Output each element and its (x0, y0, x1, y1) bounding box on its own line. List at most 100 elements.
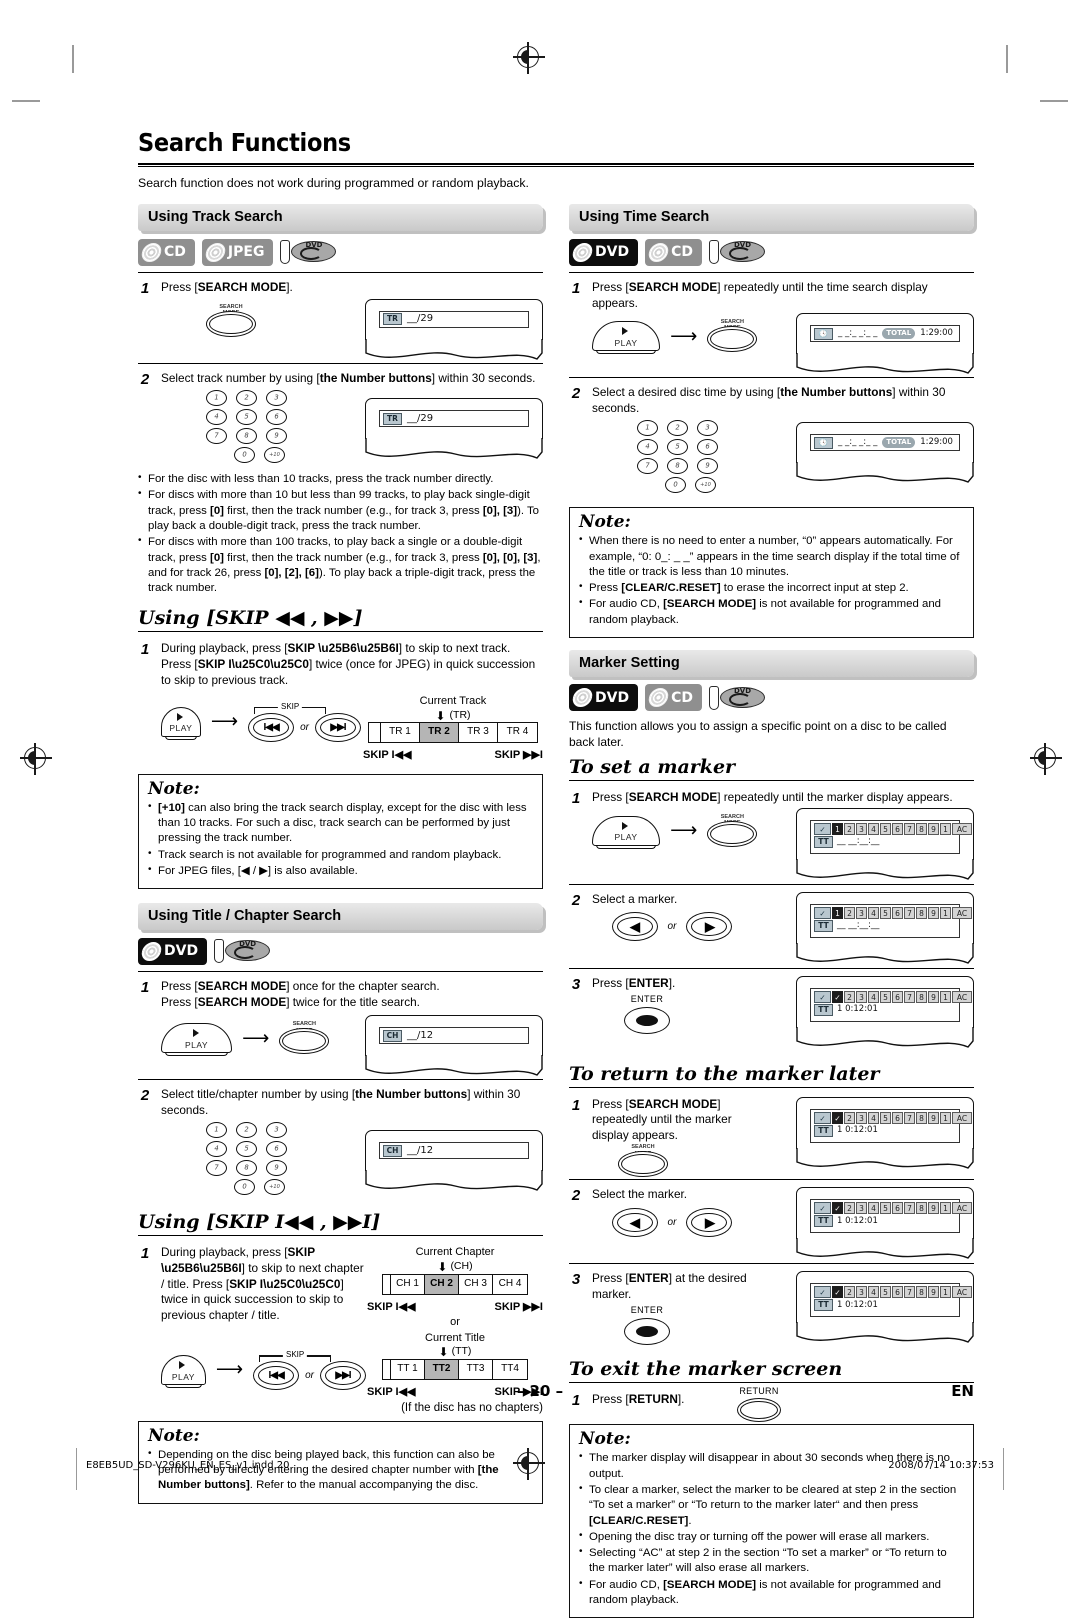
key-4[interactable]: 4 (637, 439, 658, 456)
key-6[interactable]: 6 (697, 439, 718, 456)
search-mode-button[interactable]: SEARCHMODE (279, 1021, 330, 1055)
time-input-value: _ _:_ _:_ _ (838, 437, 878, 448)
key-5[interactable]: 5 (236, 1141, 257, 1158)
play-button[interactable]: PLAY (161, 1354, 206, 1388)
marker-cell-8: 8 (916, 990, 927, 1003)
key-2[interactable]: 2 (667, 420, 688, 437)
key-5[interactable]: 5 (667, 439, 688, 456)
key-9[interactable]: 9 (266, 428, 287, 445)
step-text: Select title/chapter number by using [th… (161, 1087, 543, 1198)
right-arrow-button[interactable]: ▶ (686, 912, 733, 942)
key-plus10[interactable]: +10 (264, 447, 285, 464)
footer-rule-right (1003, 1448, 1004, 1490)
arrow-right-icon: ⟶ (670, 820, 698, 842)
marker-cell-ac: AC (952, 906, 972, 919)
skip-forward-button[interactable]: ▶▶I (315, 713, 361, 743)
key-2[interactable]: 2 (236, 1122, 257, 1139)
badge-label: DVD (595, 689, 630, 706)
search-mode-button[interactable]: SEARCHMODE (206, 304, 256, 337)
key-2[interactable]: 2 (236, 390, 257, 407)
marker-cell-9: 9 (928, 1111, 939, 1124)
key-3[interactable]: 3 (266, 390, 287, 407)
display-panel-time-step1: 🕓 _ _:_ _:_ _ TOTAL 1:29:00 (796, 313, 974, 375)
key-0[interactable]: 0 (665, 477, 686, 494)
key-1[interactable]: 1 (206, 390, 227, 407)
down-arrow-icon: ⬇ (435, 708, 446, 723)
marker-cell-6: 6 (892, 906, 903, 919)
strip-cell-current: CH 2 (425, 1274, 459, 1294)
torn-edge (796, 1026, 974, 1048)
step-text: Press [SEARCH MODE] repeatedly until the… (592, 1096, 974, 1178)
play-button[interactable]: PLAY (161, 706, 201, 740)
search-mode-button[interactable]: SEARCHMODE (707, 319, 758, 353)
key-8[interactable]: 8 (667, 458, 688, 475)
key-plus10[interactable]: +10 (695, 477, 716, 494)
left-arrow-button[interactable]: ◀ (611, 1207, 658, 1237)
badge-cd: CD (645, 238, 702, 266)
key-9[interactable]: 9 (266, 1160, 287, 1177)
key-3[interactable]: 3 (697, 420, 718, 437)
marker-cell-4: 4 (868, 1111, 879, 1124)
right-arrow-button[interactable]: ▶ (686, 1207, 733, 1237)
check-icon: ✓ (814, 1202, 831, 1215)
key-1[interactable]: 1 (637, 420, 658, 437)
dvd-r-disc-icon (280, 238, 338, 266)
marker-cell-10: 1 (940, 906, 951, 919)
heading-to-exit-marker: To exit the marker screen (569, 1358, 843, 1381)
step-number: 3 (571, 975, 581, 993)
play-label: PLAY (614, 337, 638, 348)
key-6[interactable]: 6 (266, 409, 287, 426)
note-box-marker: Note: The marker display will disappear … (569, 1424, 974, 1619)
key-7[interactable]: 7 (206, 428, 227, 445)
enter-button[interactable]: ENTER (624, 994, 670, 1035)
clock-icon: 🕓 (814, 436, 833, 449)
key-7[interactable]: 7 (206, 1160, 227, 1177)
key-9[interactable]: 9 (697, 458, 718, 475)
number-keypad[interactable]: 123 456 789 0 +10 (637, 420, 718, 496)
key-8[interactable]: 8 (236, 1160, 257, 1177)
note-item: [+10] can also bring the track search di… (148, 800, 533, 847)
left-arrow-button[interactable]: ◀ (611, 912, 658, 942)
number-keypad[interactable]: 123 456 789 0 +10 (206, 1122, 287, 1198)
step-text: Press [SEARCH MODE] repeatedly until the… (592, 790, 974, 882)
number-keypad[interactable]: 123 456 789 0 +10 (206, 390, 287, 466)
key-0[interactable]: 0 (234, 447, 255, 464)
unit-label: (TT) (451, 1345, 472, 1358)
skip-back-button[interactable]: I◀◀ (248, 713, 295, 743)
skip-back-label: SKIP I◀◀ (367, 1300, 416, 1313)
marker-cell-6: 6 (892, 990, 903, 1003)
disc-icon (139, 242, 164, 262)
page-number: – 20 – (516, 1382, 564, 1400)
key-7[interactable]: 7 (637, 458, 658, 475)
step-number: 1 (571, 280, 581, 297)
key-5[interactable]: 5 (236, 409, 257, 426)
key-6[interactable]: 6 (266, 1141, 287, 1158)
play-button[interactable]: PLAY (161, 1023, 233, 1057)
play-button[interactable]: PLAY (592, 321, 661, 355)
display-panel-track-step1: TR __/29 (365, 298, 543, 361)
marker-cell-1-checked: ✓ (832, 1202, 843, 1215)
search-mode-button[interactable]: SEARCHMODE (618, 1144, 668, 1178)
marker-cell-8: 8 (916, 822, 927, 835)
key-4[interactable]: 4 (206, 1141, 227, 1158)
search-mode-button[interactable]: SEARCHMODE (707, 814, 758, 847)
key-4[interactable]: 4 (206, 409, 227, 426)
display-tag: CH (383, 1029, 402, 1042)
key-1[interactable]: 1 (206, 1122, 227, 1139)
badge-label: DVD (164, 943, 199, 960)
key-0[interactable]: 0 (234, 1179, 255, 1196)
marker-cell-8: 8 (916, 1286, 927, 1299)
note-box-track-search: Note: [+10] can also bring the track sea… (138, 773, 543, 890)
key-8[interactable]: 8 (236, 428, 257, 445)
enter-button[interactable]: ENTER (624, 1305, 670, 1346)
marker-cell-4: 4 (868, 990, 879, 1003)
step-track-1: 1 Press [SEARCH MODE]. SEARCHMODE (138, 273, 543, 363)
strip-cell-current: TT2 (425, 1360, 459, 1380)
key-plus10[interactable]: +10 (264, 1179, 285, 1196)
registration-mark-bottom (513, 1448, 545, 1480)
key-3[interactable]: 3 (266, 1122, 287, 1139)
play-button[interactable]: PLAY (592, 815, 661, 849)
strip-cell: TT3 (459, 1360, 493, 1380)
disc-icon (647, 242, 671, 262)
step-text: Press [SEARCH MODE]. SEARCHMODE (161, 280, 543, 361)
